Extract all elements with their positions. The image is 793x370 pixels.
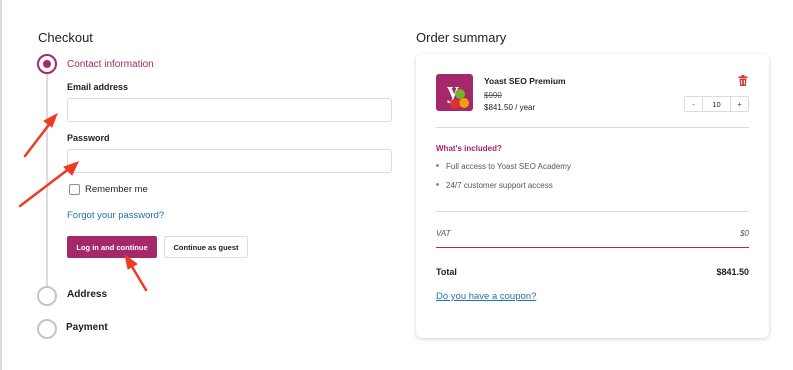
step-label-address[interactable]: Address <box>67 289 107 300</box>
included-item: 24/7 customer support access <box>436 181 553 190</box>
step-indicator-payment <box>37 319 57 339</box>
order-summary-title: Order summary <box>416 30 507 45</box>
email-label: Email address <box>67 82 129 92</box>
yoast-logo: y <box>436 74 473 111</box>
minus-icon[interactable]: - <box>685 97 703 111</box>
vat-value: $0 <box>740 229 749 238</box>
continue-as-guest-button[interactable]: Continue as guest <box>164 236 248 258</box>
password-label: Password <box>67 133 110 143</box>
login-continue-button[interactable]: Log in and continue <box>67 236 157 258</box>
plus-icon[interactable]: + <box>730 97 748 111</box>
total-label: Total <box>436 267 457 277</box>
step-label-payment[interactable]: Payment <box>66 322 108 333</box>
remember-me-checkbox[interactable] <box>69 184 80 195</box>
red-arrow-icon <box>124 253 148 292</box>
total-divider <box>436 247 749 248</box>
step-timeline <box>46 73 48 293</box>
included-item: Full access to Yoast SEO Academy <box>436 162 571 171</box>
quantity-value[interactable]: 10 <box>703 97 730 111</box>
forgot-password-link[interactable]: Forgot your password? <box>67 210 164 221</box>
password-field[interactable] <box>67 149 392 173</box>
total-value: $841.50 <box>716 267 749 277</box>
step-indicator-contact <box>37 54 57 74</box>
step-indicator-address <box>37 286 57 306</box>
original-price: $990 <box>484 91 502 100</box>
bullet-icon <box>436 183 439 187</box>
red-arrow-icon <box>23 112 58 158</box>
email-field[interactable] <box>67 98 392 122</box>
vat-label: VAT <box>436 229 451 238</box>
page-left-border <box>0 0 2 370</box>
divider <box>436 211 749 212</box>
trash-icon[interactable] <box>738 75 748 86</box>
coupon-link[interactable]: Do you have a coupon? <box>436 291 536 302</box>
divider <box>436 127 749 128</box>
order-summary-card: y Yoast SEO Premium $990 $841.50 / year … <box>416 54 769 338</box>
quantity-stepper[interactable]: - 10 + <box>684 96 749 112</box>
remember-me-label[interactable]: Remember me <box>85 184 148 195</box>
included-item-text: Full access to Yoast SEO Academy <box>446 162 571 171</box>
included-item-text: 24/7 customer support access <box>446 181 553 190</box>
whats-included-heading: What's included? <box>436 144 502 153</box>
checkout-title: Checkout <box>38 30 93 45</box>
discounted-price: $841.50 / year <box>484 103 536 112</box>
product-name: Yoast SEO Premium <box>484 76 566 86</box>
bullet-icon <box>436 164 439 168</box>
step-label-contact[interactable]: Contact information <box>67 59 154 70</box>
